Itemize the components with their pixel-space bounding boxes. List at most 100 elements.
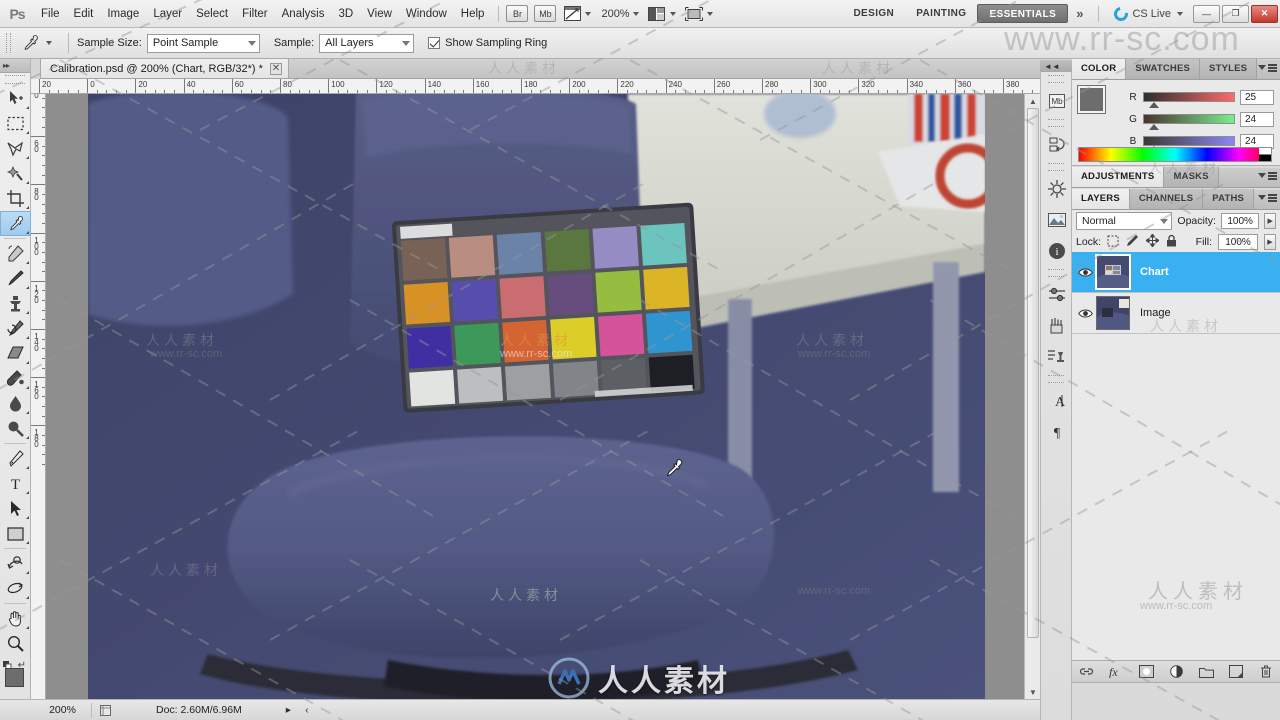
image-dock-icon[interactable]	[1041, 204, 1073, 235]
sample-select[interactable]: All Layers	[319, 33, 415, 53]
workspace-design[interactable]: DESIGN	[842, 4, 905, 23]
hand-tool[interactable]	[0, 606, 31, 631]
dock-grip[interactable]	[1048, 119, 1064, 127]
lock-transparent-pixels-icon[interactable]	[1107, 235, 1119, 250]
delete-layer-button[interactable]	[1258, 664, 1274, 680]
tool-preset-caret-icon[interactable]	[46, 41, 52, 45]
brush-tool[interactable]	[0, 266, 31, 291]
toolbox-grip[interactable]	[5, 75, 25, 84]
bridge-button[interactable]: Br	[506, 5, 529, 22]
layer-row-chart[interactable]: Chart	[1072, 252, 1280, 293]
lock-image-pixels-icon[interactable]	[1126, 234, 1139, 250]
eraser-tool[interactable]	[0, 341, 31, 366]
horizontal-ruler[interactable]: 20 0 20 40 60 80 100 120 140 160 180 200 220 240 260 28…	[31, 79, 1040, 94]
red-value-field[interactable]: 25	[1240, 89, 1274, 105]
mini-bridge-dock-icon[interactable]: Mb	[1041, 85, 1073, 116]
restore-button[interactable]: ❐	[1222, 4, 1249, 23]
menu-3d[interactable]: 3D	[331, 1, 360, 27]
tab-layers[interactable]: LAYERS	[1072, 189, 1130, 209]
layer-thumbnail[interactable]	[1096, 296, 1130, 330]
tab-channels[interactable]: CHANNELS	[1129, 189, 1204, 209]
link-layers-button[interactable]	[1078, 664, 1094, 680]
view-extras-caret-icon[interactable]	[585, 11, 592, 16]
eyedropper-tool[interactable]	[0, 211, 31, 236]
fill-stepper[interactable]: ▶	[1264, 234, 1276, 250]
canvas-area[interactable]	[46, 94, 1040, 699]
cs-live-caret-icon[interactable]	[1177, 11, 1183, 16]
move-tool[interactable]	[0, 86, 31, 111]
menu-layer[interactable]: Layer	[146, 1, 189, 27]
horizontal-type-tool[interactable]: T	[0, 471, 31, 496]
spot-healing-brush-tool[interactable]	[0, 241, 31, 266]
3d-object-rotate-tool[interactable]	[0, 551, 31, 576]
blur-tool[interactable]	[0, 391, 31, 416]
pen-tool[interactable]	[0, 446, 31, 471]
history-brush-tool[interactable]	[0, 316, 31, 341]
tab-adjustments[interactable]: ADJUSTMENTS	[1072, 167, 1165, 187]
info-dock-icon[interactable]: i	[1041, 235, 1073, 266]
dodge-tool[interactable]	[0, 416, 31, 441]
red-slider[interactable]	[1143, 92, 1235, 108]
layer-mask-button[interactable]	[1138, 664, 1154, 680]
rectangular-marquee-tool[interactable]	[0, 111, 31, 136]
color-ramp[interactable]	[1078, 147, 1272, 162]
foreground-color-swatch[interactable]	[5, 668, 24, 687]
3d-camera-rotate-tool[interactable]	[0, 576, 31, 601]
sample-size-select[interactable]: Point Sample	[146, 33, 260, 53]
toolbox-collapse-button[interactable]: ▸▸	[0, 59, 30, 73]
options-bar-grip[interactable]	[6, 33, 11, 53]
arrange-documents-icon[interactable]	[647, 5, 667, 23]
color-ramp-bw-swatch[interactable]	[1259, 148, 1271, 161]
adjustment-layer-button[interactable]	[1168, 664, 1184, 680]
menu-filter[interactable]: Filter	[235, 1, 275, 27]
red-slider-thumb[interactable]	[1149, 102, 1159, 108]
document-photo[interactable]	[88, 94, 985, 699]
dock-grip[interactable]	[1048, 75, 1064, 83]
menu-file[interactable]: File	[34, 1, 67, 27]
zoom-tool[interactable]	[0, 631, 31, 656]
character-dock-icon[interactable]: A	[1041, 385, 1073, 416]
vertical-scrollbar[interactable]: ▲ ▼	[1024, 94, 1040, 699]
layer-row-image[interactable]: Image	[1072, 293, 1280, 334]
color-panel-menu-button[interactable]	[1258, 64, 1277, 72]
tab-color[interactable]: COLOR	[1072, 59, 1127, 79]
scroll-down-icon[interactable]: ▼	[1025, 685, 1041, 699]
layer-thumbnail[interactable]	[1095, 254, 1131, 290]
history-dock-icon[interactable]	[1041, 129, 1073, 160]
screen-mode-icon[interactable]	[684, 5, 704, 23]
brush-dock-icon[interactable]	[1041, 310, 1073, 341]
workspace-painting[interactable]: PAINTING	[905, 4, 977, 23]
tab-masks[interactable]: MASKS	[1164, 167, 1219, 187]
blue-slider[interactable]	[1143, 136, 1235, 152]
status-menu-arrow-icon[interactable]: ▸	[286, 704, 291, 716]
lasso-tool[interactable]	[0, 136, 31, 161]
vertical-ruler[interactable]: 0 60 80 100 120 140 160 180	[31, 94, 46, 699]
cs-live-button[interactable]: CS Live	[1111, 3, 1183, 24]
workspace-more-button[interactable]: »	[1068, 6, 1091, 21]
crop-tool[interactable]	[0, 186, 31, 211]
tab-swatches[interactable]: SWATCHES	[1126, 59, 1201, 79]
status-left-arrow-icon[interactable]: ‹	[305, 704, 309, 716]
layer-style-button[interactable]: fx	[1108, 664, 1124, 680]
menu-help[interactable]: Help	[454, 1, 492, 27]
close-button[interactable]: ✕	[1251, 4, 1278, 23]
scroll-up-icon[interactable]: ▲	[1025, 94, 1041, 108]
view-extras-icon[interactable]	[562, 5, 582, 23]
opacity-stepper[interactable]: ▶	[1264, 213, 1276, 229]
menu-window[interactable]: Window	[399, 1, 454, 27]
new-group-button[interactable]	[1198, 664, 1214, 680]
opacity-field[interactable]: 100%	[1220, 213, 1260, 229]
adjustments-dock-icon[interactable]	[1041, 279, 1073, 310]
layers-panel-menu-button[interactable]	[1258, 194, 1277, 202]
arrange-caret-icon[interactable]	[669, 11, 676, 16]
paragraph-dock-icon[interactable]: ¶	[1041, 416, 1073, 447]
document-tab[interactable]: Calibration.psd @ 200% (Chart, RGB/32*) …	[40, 58, 289, 78]
quick-selection-tool[interactable]	[0, 161, 31, 186]
fill-field[interactable]: 100%	[1218, 234, 1258, 250]
vertical-scrollbar-thumb[interactable]	[1027, 108, 1039, 638]
mini-bridge-button[interactable]: Mb	[534, 5, 557, 22]
clone-stamp-tool[interactable]	[0, 291, 31, 316]
layer-visibility-toggle[interactable]	[1074, 267, 1096, 278]
green-slider-thumb[interactable]	[1149, 124, 1159, 130]
screen-mode-caret-icon[interactable]	[706, 11, 713, 16]
